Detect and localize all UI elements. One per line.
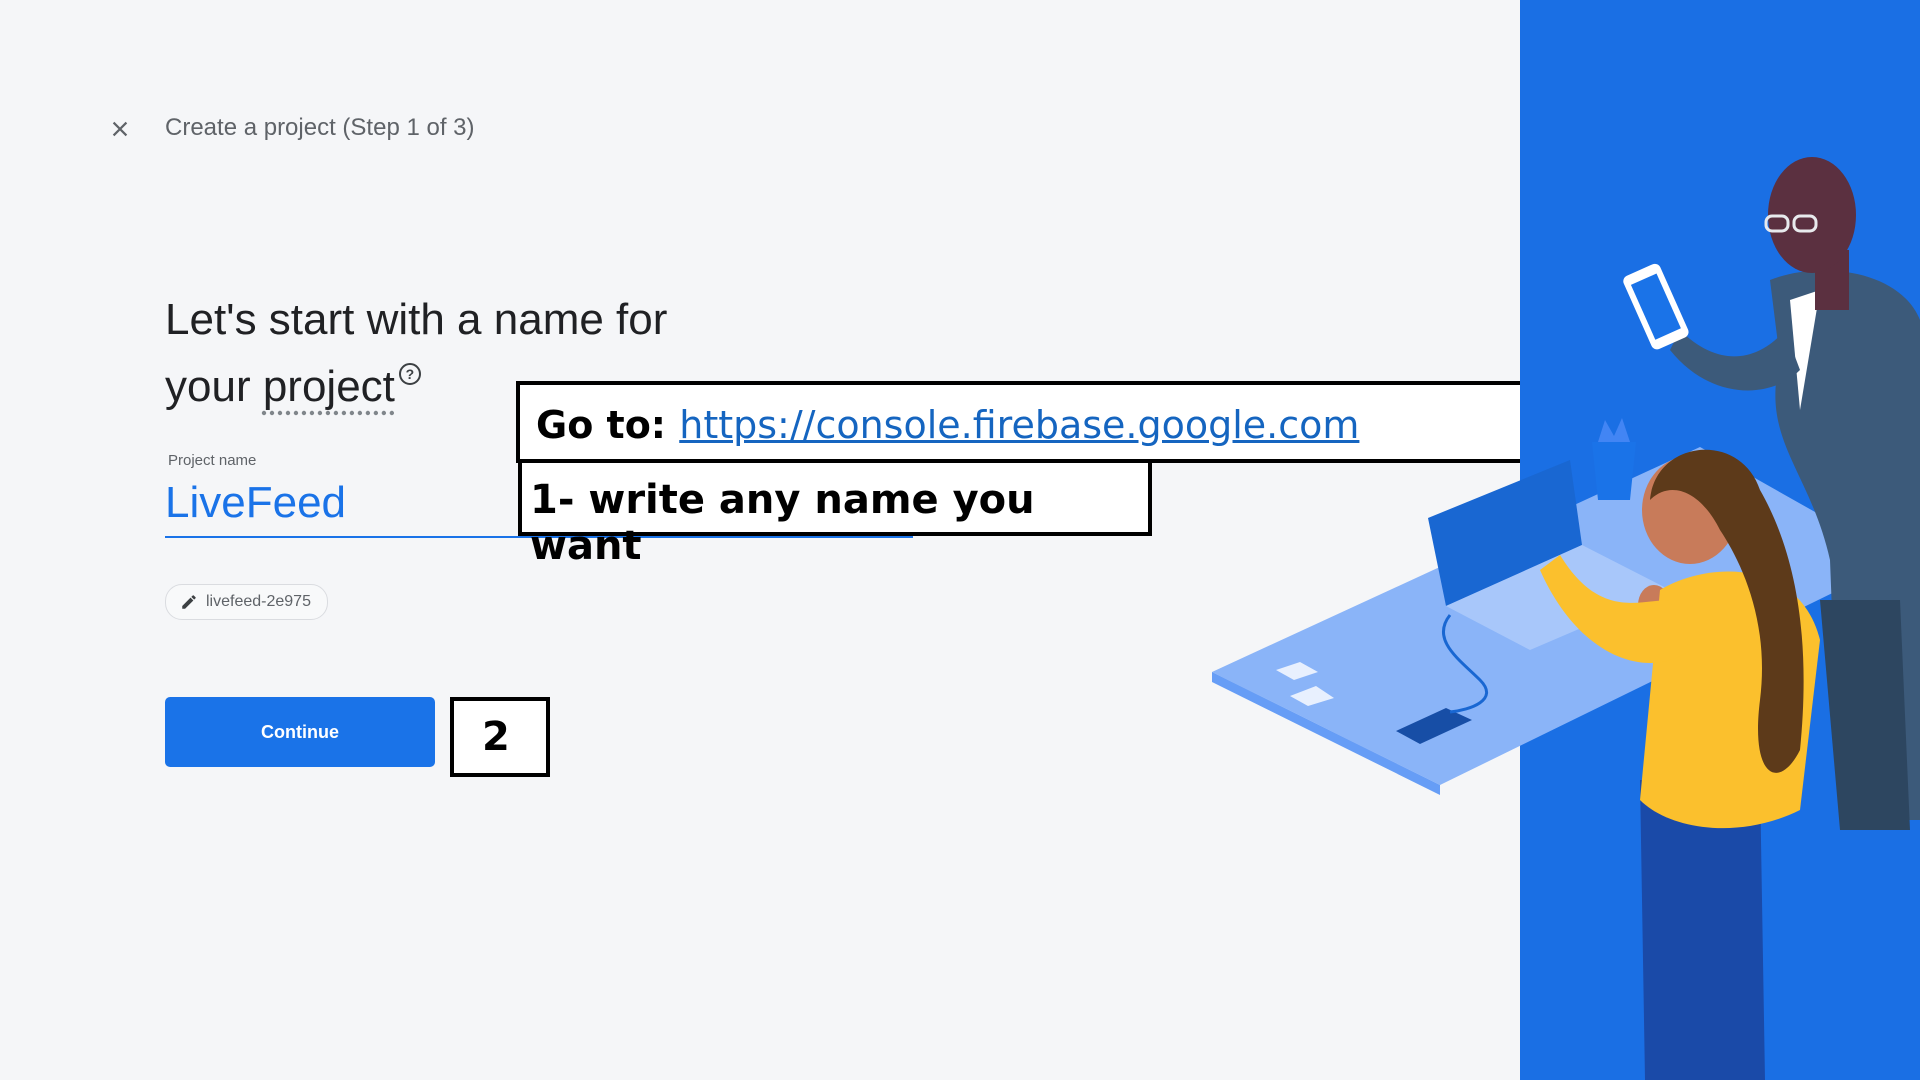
close-button[interactable] [106, 115, 134, 143]
annotation-step-number: 2 [450, 697, 550, 777]
illustration [1212, 0, 1920, 1080]
project-id-chip[interactable]: livefeed-2e975 [165, 584, 328, 620]
step-title: Create a project (Step 1 of 3) [165, 114, 475, 141]
annotation-name-hint: 1- write any name you want [518, 459, 1152, 569]
headline-line-1: Let's start with a name for [165, 295, 668, 344]
project-name-label: Project name [168, 452, 257, 469]
illustration-cup [1592, 442, 1636, 500]
project-id-text: livefeed-2e975 [206, 593, 311, 610]
continue-button[interactable]: Continue [165, 697, 435, 767]
help-icon[interactable]: ? [398, 363, 421, 385]
annotation-goto-prefix: Go to: [536, 403, 680, 447]
pencil-icon [182, 595, 196, 609]
close-icon [112, 121, 128, 137]
project-term-link[interactable]: project [263, 362, 395, 411]
